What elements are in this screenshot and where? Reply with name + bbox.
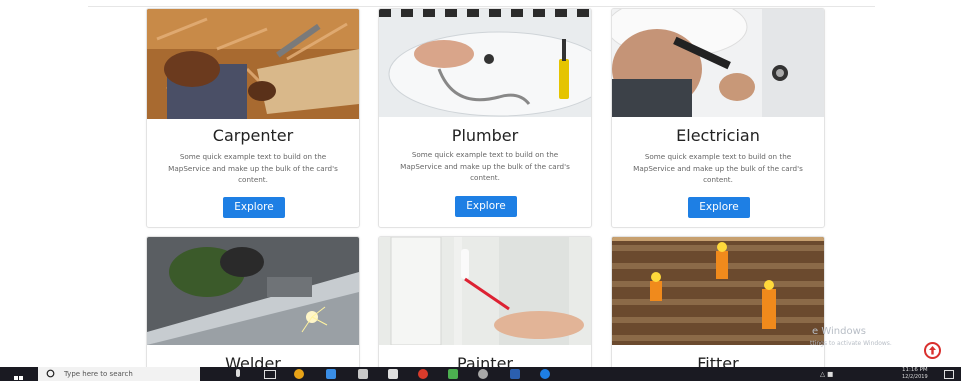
- card-welder: Welder: [146, 236, 360, 378]
- card-title: Electrician: [676, 126, 760, 145]
- card-fitter: Fitter: [611, 236, 825, 378]
- microphone-icon[interactable]: [236, 369, 240, 377]
- clock-date[interactable]: 12/2/2019: [902, 374, 928, 380]
- card-title: Plumber: [451, 126, 519, 145]
- mail-icon[interactable]: [358, 369, 368, 379]
- system-tray-icons[interactable]: △ ■: [820, 370, 833, 378]
- card-painter: Painter: [378, 236, 592, 378]
- card-plumber: Plumber Some quick example text to build…: [378, 8, 592, 228]
- carpenter-image: [147, 9, 359, 119]
- clock-time[interactable]: 11:16 PM: [902, 367, 928, 373]
- search-icon: [46, 369, 55, 378]
- card-title: Carpenter: [212, 126, 294, 145]
- electrician-image: [612, 9, 824, 117]
- search-placeholder: Type here to search: [64, 370, 133, 378]
- card-electrician: Electrician Some quick example text to b…: [611, 8, 825, 228]
- app-icon[interactable]: [478, 369, 488, 379]
- file-explorer-icon[interactable]: [326, 369, 336, 379]
- header-divider: [88, 6, 875, 7]
- word-icon[interactable]: [510, 369, 520, 379]
- explore-button[interactable]: Explore: [688, 197, 750, 218]
- explore-button[interactable]: Explore: [455, 196, 517, 217]
- card-carpenter: Carpenter Some quick example text to bui…: [146, 8, 360, 228]
- app-icon[interactable]: [448, 369, 458, 379]
- fitter-image: [612, 237, 824, 345]
- chrome-icon[interactable]: [294, 369, 304, 379]
- scroll-to-top-button[interactable]: [924, 342, 941, 359]
- activation-watermark-title: e Windows: [812, 326, 866, 337]
- windows-taskbar: Type here to search △ ■ 11:16 PM 12/2/20…: [0, 367, 961, 385]
- card-text: Some quick example text to build on the …: [168, 152, 338, 184]
- windows-start-button[interactable]: [14, 370, 23, 385]
- store-icon[interactable]: [388, 369, 398, 379]
- arrow-up-icon: [929, 346, 936, 355]
- welder-image: [147, 237, 359, 345]
- task-view-icon[interactable]: [264, 370, 276, 379]
- plumber-image: [379, 9, 591, 117]
- edge-icon[interactable]: [540, 369, 550, 379]
- activation-watermark-hint: ttings to activate Windows.: [810, 340, 892, 347]
- app-icon[interactable]: [418, 369, 428, 379]
- painter-image: [379, 237, 591, 345]
- card-text: Some quick example text to build on the …: [633, 152, 803, 184]
- explore-button[interactable]: Explore: [223, 197, 285, 218]
- card-text: Some quick example text to build on the …: [400, 150, 570, 182]
- taskbar-search-box[interactable]: Type here to search: [38, 367, 200, 381]
- notification-icon[interactable]: [944, 370, 954, 379]
